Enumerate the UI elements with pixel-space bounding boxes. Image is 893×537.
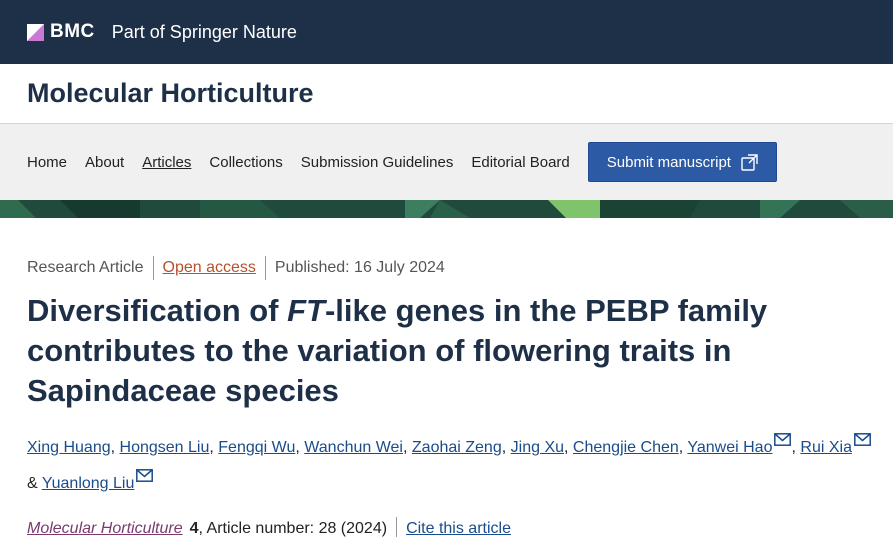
article-title: Diversification of FT-like genes in the …	[27, 291, 867, 411]
published-date: Published: 16 July 2024	[274, 259, 445, 276]
meta-divider	[152, 256, 154, 280]
open-access-link[interactable]: Open access	[163, 259, 256, 277]
author-link[interactable]: Hongsen Liu	[120, 439, 210, 456]
author-separator: ,	[678, 439, 684, 456]
author-link[interactable]: Chengjie Chen	[573, 439, 679, 456]
author-list: Xing Huang, Hongsen Liu, Fengqi Wu, Wanc…	[27, 427, 877, 499]
author-link[interactable]: Jing Xu	[511, 439, 564, 456]
decorative-band	[0, 200, 893, 218]
author-link[interactable]: Xing Huang	[27, 439, 111, 456]
bmc-logo-icon	[27, 23, 44, 41]
email-icon[interactable]	[774, 427, 792, 446]
submit-manuscript-button[interactable]: Submit manuscript	[587, 142, 777, 182]
citation-divider	[396, 517, 398, 537]
citation-volume: 4	[189, 520, 199, 537]
nav-submission-guidelines[interactable]: Submission Guidelines	[301, 154, 454, 171]
author-separator: ,	[402, 439, 408, 456]
article-type: Research Article	[27, 259, 144, 276]
journal-title[interactable]: Molecular Horticulture	[27, 78, 314, 109]
nav-collections[interactable]: Collections	[209, 154, 282, 171]
author-separator: ,	[209, 439, 214, 456]
nav-articles[interactable]: Articles	[142, 154, 191, 171]
author-link[interactable]: Yanwei Hao	[687, 439, 772, 456]
nav-about[interactable]: About	[85, 154, 124, 171]
author-link[interactable]: Zaohai Zeng	[412, 439, 502, 456]
author-separator: ,	[791, 439, 796, 456]
journal-nav: Home About Articles Collections Submissi…	[0, 124, 893, 200]
author-separator: ,	[564, 439, 569, 456]
site-header: BMC Part of Springer Nature	[0, 0, 893, 64]
title-gene-name: FT	[287, 293, 325, 328]
journal-bar: Molecular Horticulture	[0, 64, 893, 124]
email-icon[interactable]	[136, 463, 154, 482]
nav-editorial-board[interactable]: Editorial Board	[471, 154, 569, 171]
brand-name: BMC	[50, 21, 95, 42]
article-header: Research Article Open access Published: …	[0, 218, 893, 537]
author-link[interactable]: Fengqi Wu	[218, 439, 295, 456]
citation-journal-link[interactable]: Molecular Horticulture	[27, 520, 183, 537]
author-link[interactable]: Wanchun Wei	[304, 439, 403, 456]
author-separator: ,	[295, 439, 300, 456]
author-link[interactable]: Rui Xia	[800, 439, 852, 456]
bmc-logo[interactable]: BMC Part of Springer Nature	[27, 21, 297, 43]
author-separator: &	[27, 475, 38, 492]
email-icon[interactable]	[854, 427, 871, 446]
author-separator: ,	[501, 439, 507, 456]
citation-details: , Article number: 28 (2024)	[198, 520, 388, 537]
nav-home[interactable]: Home	[27, 154, 67, 171]
author-separator: ,	[110, 439, 116, 456]
cite-this-article-link[interactable]: Cite this article	[406, 520, 511, 537]
meta-divider	[264, 256, 266, 280]
brand-tagline: Part of Springer Nature	[111, 21, 297, 42]
submit-label: Submit manuscript	[606, 153, 731, 171]
citation-line: Molecular Horticulture 4 , Article numbe…	[27, 517, 893, 537]
author-link[interactable]: Yuanlong Liu	[42, 475, 135, 492]
external-link-icon	[741, 153, 758, 171]
article-meta: Research Article Open access Published: …	[27, 256, 893, 280]
title-part-1: Diversification of	[27, 293, 288, 328]
